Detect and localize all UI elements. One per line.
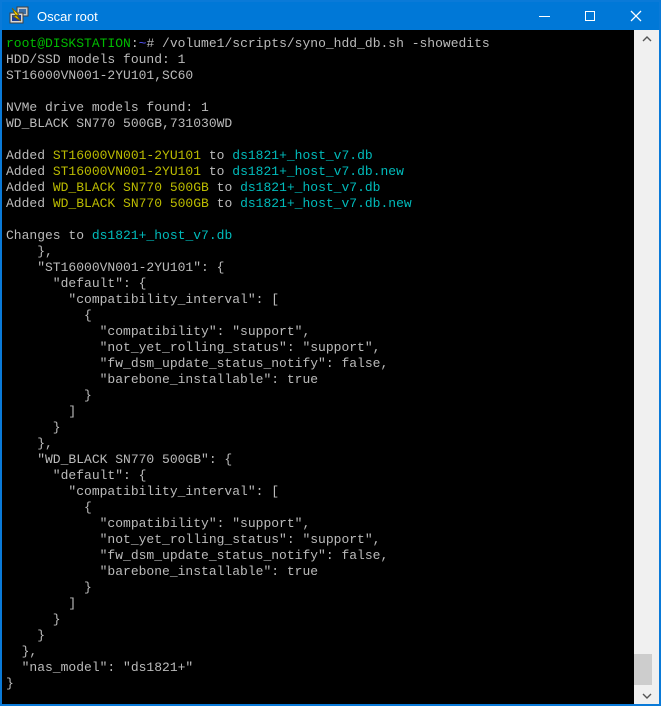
terminal-line: NVMe drive models found: 1 <box>6 100 634 116</box>
terminal-line: }, <box>6 436 634 452</box>
maximize-icon <box>585 11 595 21</box>
terminal-line: "fw_dsm_update_status_notify": false, <box>6 356 634 372</box>
terminal-line <box>6 132 634 148</box>
terminal-line: } <box>6 420 634 436</box>
terminal-line: "not_yet_rolling_status": "support", <box>6 532 634 548</box>
terminal-line: "barebone_installable": true <box>6 372 634 388</box>
terminal-line: "barebone_installable": true <box>6 564 634 580</box>
terminal-line: "not_yet_rolling_status": "support", <box>6 340 634 356</box>
scroll-down-button[interactable] <box>634 687 659 704</box>
terminal-line: "compatibility_interval": [ <box>6 484 634 500</box>
terminal-line: Added WD_BLACK SN770 500GB to ds1821+_ho… <box>6 196 634 212</box>
terminal-line: "nas_model": "ds1821+" <box>6 660 634 676</box>
terminal-line: ] <box>6 596 634 612</box>
scroll-up-button[interactable] <box>634 30 659 47</box>
terminal-line: "default": { <box>6 468 634 484</box>
putty-window: Oscar root root@DISKSTATION:~# /volume1/… <box>0 0 661 706</box>
terminal-line <box>6 212 634 228</box>
terminal-line: "default": { <box>6 276 634 292</box>
terminal-line: ] <box>6 404 634 420</box>
minimize-button[interactable] <box>521 2 567 30</box>
terminal-line: Added WD_BLACK SN770 500GB to ds1821+_ho… <box>6 180 634 196</box>
terminal-output[interactable]: root@DISKSTATION:~# /volume1/scripts/syn… <box>2 30 634 704</box>
terminal-line: WD_BLACK SN770 500GB,731030WD <box>6 116 634 132</box>
terminal-line: } <box>6 580 634 596</box>
terminal-line: } <box>6 676 634 692</box>
close-icon <box>630 10 642 22</box>
terminal-line: HDD/SSD models found: 1 <box>6 52 634 68</box>
scroll-down-icon <box>642 693 652 699</box>
terminal-line: { <box>6 500 634 516</box>
terminal-line: "compatibility_interval": [ <box>6 292 634 308</box>
terminal-line: Added ST16000VN001-2YU101 to ds1821+_hos… <box>6 148 634 164</box>
terminal-line: "ST16000VN001-2YU101": { <box>6 260 634 276</box>
window-controls <box>521 2 659 30</box>
terminal-line <box>6 84 634 100</box>
window-title: Oscar root <box>37 9 98 24</box>
terminal-line: } <box>6 628 634 644</box>
terminal-line: root@DISKSTATION:~# /volume1/scripts/syn… <box>6 36 634 52</box>
scrollbar[interactable] <box>634 30 659 704</box>
terminal-line: Changes to ds1821+_host_v7.db <box>6 228 634 244</box>
terminal-line: ST16000VN001-2YU101,SC60 <box>6 68 634 84</box>
close-button[interactable] <box>613 2 659 30</box>
titlebar: Oscar root <box>2 2 659 30</box>
maximize-button[interactable] <box>567 2 613 30</box>
terminal-line: "WD_BLACK SN770 500GB": { <box>6 452 634 468</box>
scroll-up-icon <box>642 36 652 42</box>
terminal-line: Added ST16000VN001-2YU101 to ds1821+_hos… <box>6 164 634 180</box>
terminal-line: }, <box>6 244 634 260</box>
scrollbar-thumb[interactable] <box>634 654 652 685</box>
minimize-icon <box>539 16 550 17</box>
terminal-line: } <box>6 612 634 628</box>
terminal-line: "compatibility": "support", <box>6 516 634 532</box>
terminal-line: }, <box>6 644 634 660</box>
terminal-line: { <box>6 308 634 324</box>
terminal-line: "compatibility": "support", <box>6 324 634 340</box>
terminal-line: "fw_dsm_update_status_notify": false, <box>6 548 634 564</box>
terminal-line: } <box>6 388 634 404</box>
putty-icon[interactable] <box>9 6 29 26</box>
